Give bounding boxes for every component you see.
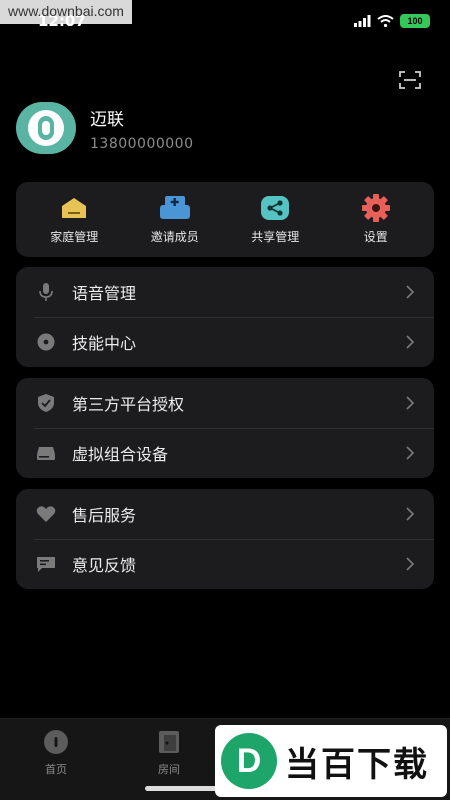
voice-management-label: 语音管理 xyxy=(72,284,137,303)
family-management-button[interactable]: 家庭管理 xyxy=(28,194,120,245)
scan-icon xyxy=(399,71,421,89)
watermark-logo: D xyxy=(221,733,277,789)
tab-home-label: 首页 xyxy=(45,763,67,776)
virtual-combined-device-item[interactable]: 虚拟组合设备 xyxy=(16,428,434,478)
watermark-badge: D 当百下载 xyxy=(215,725,447,797)
chevron-right-icon xyxy=(406,335,415,349)
watermark-url: www.downbai.com xyxy=(0,0,132,24)
chevron-right-icon xyxy=(406,507,415,521)
after-sales-service-item[interactable]: 售后服务 xyxy=(16,489,434,539)
tab-room[interactable]: 房间 xyxy=(139,729,199,777)
share-management-button[interactable]: 共享管理 xyxy=(229,194,321,245)
family-management-label: 家庭管理 xyxy=(50,230,99,244)
status-bar: 12:07 www.downbai.com 100 xyxy=(0,0,450,40)
chevron-right-icon xyxy=(406,285,415,299)
scan-button[interactable] xyxy=(398,68,422,92)
invite-member-icon xyxy=(158,194,192,222)
signal-icon xyxy=(354,15,371,27)
chevron-right-icon xyxy=(406,396,415,410)
home-tab-icon xyxy=(44,730,68,754)
menu-group-voice: 语音管理 技能中心 xyxy=(16,267,434,367)
share-icon xyxy=(258,194,292,222)
shield-check-icon xyxy=(36,393,56,413)
invite-member-button[interactable]: 邀请成员 xyxy=(129,194,221,245)
user-name: 迈联 xyxy=(90,109,124,130)
skill-center-item[interactable]: 技能中心 xyxy=(16,317,434,367)
watermark-text: 当百下载 xyxy=(285,744,429,785)
avatar-logo-icon xyxy=(28,110,64,146)
voice-management-item[interactable]: 语音管理 xyxy=(16,267,434,317)
house-icon xyxy=(57,194,91,222)
microphone-icon xyxy=(36,282,56,302)
feedback-item[interactable]: 意见反馈 xyxy=(16,539,434,589)
skill-center-icon xyxy=(36,332,56,352)
settings-button[interactable]: 设置 xyxy=(330,194,422,245)
quick-actions-card: 家庭管理 邀请成员 共享管理 设置 xyxy=(16,182,434,257)
chevron-right-icon xyxy=(406,557,415,571)
room-tab-icon xyxy=(159,731,179,753)
tab-home[interactable]: 首页 xyxy=(26,729,86,777)
after-sales-service-label: 售后服务 xyxy=(72,506,137,525)
menu-group-authorization: 第三方平台授权 虚拟组合设备 xyxy=(16,378,434,478)
user-phone: 13800000000 xyxy=(90,135,194,152)
heart-hand-icon xyxy=(36,504,56,524)
wifi-icon xyxy=(377,15,394,27)
gear-icon xyxy=(359,194,393,222)
device-icon xyxy=(36,443,56,463)
menu-group-support: 售后服务 意见反馈 xyxy=(16,489,434,589)
invite-member-label: 邀请成员 xyxy=(150,230,199,244)
tab-room-label: 房间 xyxy=(158,763,180,776)
avatar[interactable] xyxy=(16,102,76,154)
settings-label: 设置 xyxy=(363,230,388,244)
chevron-right-icon xyxy=(406,446,415,460)
status-icons: 100 xyxy=(354,14,430,28)
share-management-label: 共享管理 xyxy=(251,230,300,244)
virtual-combined-device-label: 虚拟组合设备 xyxy=(72,445,169,464)
feedback-label: 意见反馈 xyxy=(72,556,137,575)
third-party-authorization-item[interactable]: 第三方平台授权 xyxy=(16,378,434,428)
feedback-icon xyxy=(36,554,56,574)
third-party-authorization-label: 第三方平台授权 xyxy=(72,395,185,414)
user-profile[interactable]: 迈联 13800000000 xyxy=(16,100,193,156)
skill-center-label: 技能中心 xyxy=(72,334,137,353)
battery-indicator: 100 xyxy=(400,14,430,28)
